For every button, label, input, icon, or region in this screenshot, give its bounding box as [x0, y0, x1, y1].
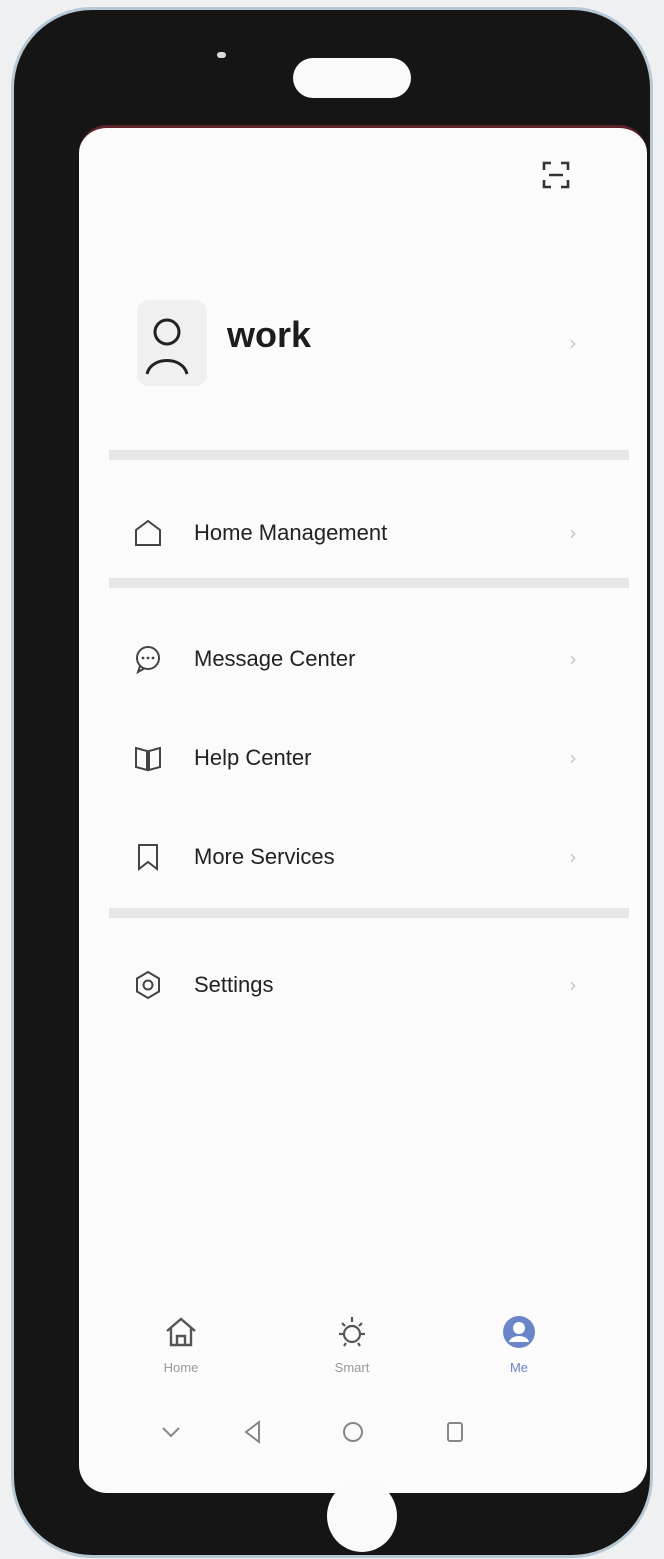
chevron-right-icon: ›: [569, 647, 577, 671]
scan-icon[interactable]: [541, 160, 571, 190]
menu-item-label: Home Management: [194, 520, 388, 545]
menu-item-settings[interactable]: Settings ›: [79, 950, 647, 1020]
profile-name: work: [227, 314, 312, 355]
profile-row[interactable]: work ›: [79, 288, 647, 398]
divider: [109, 578, 629, 588]
home-circle-icon[interactable]: [339, 1417, 367, 1447]
tab-label: Me: [509, 1360, 529, 1375]
tab-home[interactable]: Home: [121, 1308, 241, 1398]
chevron-right-icon: ›: [569, 845, 577, 869]
chevron-right-icon: ›: [569, 973, 577, 997]
chevron-right-icon: ›: [569, 521, 577, 545]
menu-item-label: Settings: [194, 972, 274, 997]
menu-item-more-services[interactable]: More Services ›: [79, 822, 647, 892]
menu-item-home-management[interactable]: Home Management ›: [79, 498, 647, 568]
app-screen: work › Home Management › Message Center …: [79, 125, 647, 1493]
avatar: [137, 300, 207, 386]
menu-item-message-center[interactable]: Message Center ›: [79, 624, 647, 694]
divider: [109, 908, 629, 918]
message-icon: [133, 644, 163, 675]
front-camera: [217, 52, 226, 58]
phone-frame: work › Home Management › Message Center …: [14, 10, 650, 1555]
home-icon: [163, 1314, 199, 1350]
profile-icon: [501, 1314, 537, 1350]
tab-me[interactable]: Me: [459, 1308, 579, 1398]
chevron-right-icon: ›: [569, 331, 577, 355]
back-icon[interactable]: [239, 1417, 267, 1447]
book-icon: [133, 743, 163, 773]
tab-label: Home: [163, 1360, 199, 1375]
menu-item-label: Message Center: [194, 646, 356, 671]
physical-home-button[interactable]: [327, 1480, 397, 1552]
menu-item-help-center[interactable]: Help Center ›: [79, 723, 647, 793]
house-icon: [133, 518, 163, 548]
chevron-right-icon: ›: [569, 746, 577, 770]
menu-item-label: More Services: [194, 844, 335, 869]
divider: [109, 450, 629, 460]
gear-icon: [133, 970, 163, 1000]
earpiece-speaker: [293, 58, 411, 98]
bookmark-icon: [133, 842, 163, 872]
recent-apps-icon[interactable]: [441, 1417, 469, 1447]
tab-smart[interactable]: Smart: [292, 1308, 412, 1398]
chevron-down-icon[interactable]: [157, 1417, 185, 1447]
tab-label: Smart: [334, 1360, 370, 1375]
sun-icon: [334, 1314, 370, 1350]
system-navigation-bar: [79, 1403, 647, 1463]
user-icon: [145, 318, 189, 375]
menu-item-label: Help Center: [194, 745, 312, 770]
bottom-tab-bar: Home Smart Me: [79, 1308, 647, 1403]
